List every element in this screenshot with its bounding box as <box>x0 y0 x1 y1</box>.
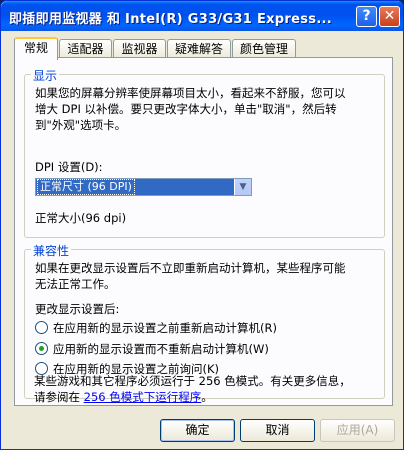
256-color-note-line: 请参阅在 256 色模式下运行程序。 <box>34 389 351 405</box>
dpi-note: 正常大小(96 dpi) <box>35 211 127 225</box>
ok-button[interactable]: 确定 <box>160 419 235 442</box>
tab-troubleshoot[interactable]: 疑难解答 <box>167 39 231 59</box>
window-title: 即插即用监视器 和 Intel(R) G33/G31 Express... <box>9 12 333 27</box>
compatibility-group-label: 兼容性 <box>31 242 72 259</box>
help-button[interactable]: ? <box>356 6 377 27</box>
tab-color-management[interactable]: 颜色管理 <box>232 39 296 59</box>
dpi-setting-value: 正常尺寸 (96 DPI) <box>37 179 135 195</box>
tab-adapter[interactable]: 适配器 <box>59 39 112 59</box>
after-change-label: 更改显示设置后: <box>35 302 120 316</box>
dialog-body: 常规 适配器 监视器 疑难解答 颜色管理 显示 如果您的屏幕分辨率使屏幕项目太小… <box>4 31 401 448</box>
256-color-note-line: 某些游戏和其它程序必须运行于 256 色模式。有关更多信息， <box>34 374 351 388</box>
apply-button[interactable]: 应用(A) <box>320 419 395 442</box>
display-properties-window: 即插即用监视器 和 Intel(R) G33/G31 Express... ? … <box>0 0 404 450</box>
256-color-note-prefix: 请参阅在 <box>34 390 84 404</box>
compatibility-description-line: 如果在更改显示设置后不立即重新启动计算机，某些程序可能 <box>35 261 346 275</box>
tab-monitor[interactable]: 监视器 <box>113 39 166 59</box>
display-description-line: 增大 DPI 以补偿。要只更改字体大小，单击"取消"，然后转 <box>35 102 337 116</box>
radio-apply-without-restart[interactable]: 应用新的显示设置而不重新启动计算机(W) <box>35 342 269 356</box>
256-color-note: 某些游戏和其它程序必须运行于 256 色模式。有关更多信息， 请参阅在 256 … <box>34 373 351 405</box>
256-color-help-link[interactable]: 256 色模式下运行程序 <box>84 390 202 404</box>
tab-panel-general: 显示 如果您的屏幕分辨率使屏幕项目太小，看起来不舒服，您可以 增大 DPI 以补… <box>14 57 393 406</box>
title-bar[interactable]: 即插即用监视器 和 Intel(R) G33/G31 Express... ? … <box>1 1 403 31</box>
display-description: 如果您的屏幕分辨率使屏幕项目太小，看起来不舒服，您可以 增大 DPI 以补偿。要… <box>35 85 346 133</box>
cancel-button[interactable]: 取消 <box>240 419 315 442</box>
radio-restart-before-apply[interactable]: 在应用新的显示设置之前重新启动计算机(R) <box>35 321 277 335</box>
compatibility-description: 如果在更改显示设置后不立即重新启动计算机，某些程序可能 无法正常工作。 <box>35 260 346 292</box>
display-description-line: 到"外观"选项卡。 <box>35 118 127 132</box>
256-color-note-suffix: 。 <box>201 390 213 404</box>
compatibility-description-line: 无法正常工作。 <box>35 277 116 291</box>
radio-button[interactable] <box>35 342 48 355</box>
display-group: 显示 如果您的屏幕分辨率使屏幕项目太小，看起来不舒服，您可以 增大 DPI 以补… <box>24 67 385 238</box>
chevron-down-icon[interactable]: ▼ <box>234 179 251 195</box>
tab-general[interactable]: 常规 <box>14 37 58 60</box>
display-group-label: 显示 <box>31 67 60 84</box>
close-button[interactable]: ✕ <box>379 6 400 27</box>
display-description-line: 如果您的屏幕分辨率使屏幕项目太小，看起来不舒服，您可以 <box>35 86 346 100</box>
radio-label: 在应用新的显示设置之前重新启动计算机(R) <box>53 321 277 335</box>
radio-label: 应用新的显示设置而不重新启动计算机(W) <box>53 342 269 356</box>
radio-button[interactable] <box>35 321 48 334</box>
dpi-setting-dropdown[interactable]: 正常尺寸 (96 DPI) ▼ <box>35 178 252 196</box>
dpi-setting-label: DPI 设置(D): <box>35 160 103 174</box>
